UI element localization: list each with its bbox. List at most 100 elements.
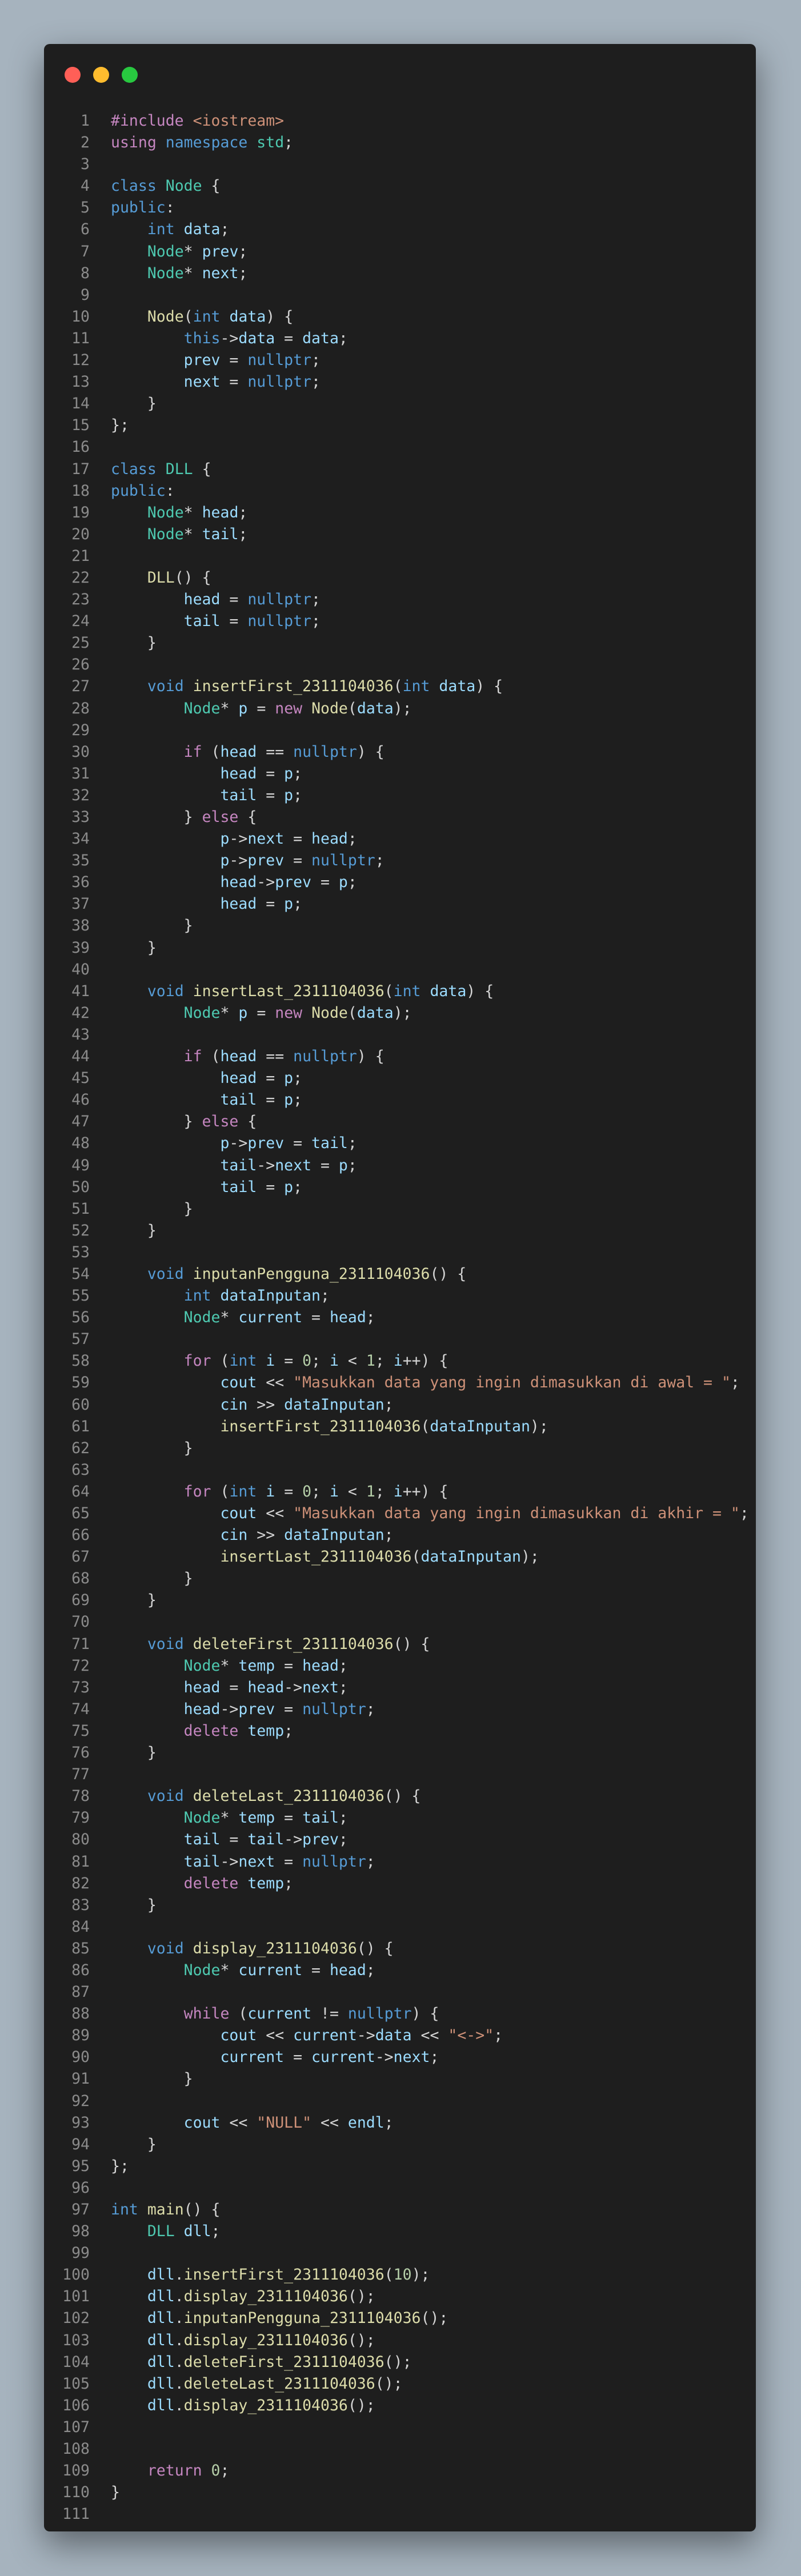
code-token: .	[174, 2396, 184, 2414]
code-editor[interactable]: 1 #include <iostream> 2 using namespace std…	[44, 110, 756, 2525]
code-line: 36 head->prev = p;	[44, 872, 756, 893]
line-source: int data;	[111, 219, 230, 240]
code-token: Node	[147, 242, 184, 260]
code-line: 87	[44, 1981, 756, 2003]
line-number: 69	[71, 1591, 90, 1610]
code-token: #include	[111, 112, 193, 130]
line-source: while (current != nullptr) {	[111, 2003, 439, 2025]
code-token: *	[220, 1656, 239, 1675]
code-token: data	[183, 220, 221, 239]
code-line: 89 cout << current->data << "<->";	[44, 2025, 756, 2047]
code-token: () {	[357, 1939, 394, 1957]
code-token: if	[183, 743, 202, 761]
close-button[interactable]	[65, 67, 81, 83]
line-number: 76	[71, 1744, 90, 1762]
code-token: ->	[257, 873, 275, 892]
line-number: 27	[71, 677, 90, 696]
code-token: ->	[284, 1831, 303, 1849]
code-token: deleteLast_2311104036	[183, 2374, 375, 2393]
line-source: p->next = head;	[111, 828, 357, 850]
code-token: i	[330, 1352, 339, 1370]
code-token: {	[193, 460, 211, 478]
line-number: 20	[71, 525, 90, 543]
code-line: 82 delete temp;	[44, 1873, 756, 1895]
code-token: "NULL"	[257, 2113, 312, 2132]
code-token: int	[393, 982, 430, 1000]
code-token: ) {	[357, 1048, 385, 1066]
code-token: ();	[347, 2288, 375, 2306]
code-line: 43	[44, 1024, 756, 1046]
code-line: 99	[44, 2242, 756, 2264]
code-token: Node	[183, 1809, 221, 1827]
code-token: );	[530, 1417, 548, 1435]
maximize-button[interactable]	[122, 67, 138, 83]
code-token: =	[257, 786, 285, 804]
code-token: head	[302, 1656, 339, 1675]
code-token: ;	[320, 1287, 330, 1305]
code-token: .	[174, 2374, 184, 2393]
code-token: DLL	[165, 460, 193, 478]
line-number: 1	[81, 112, 90, 130]
code-token: (	[211, 1352, 230, 1370]
code-token: (	[211, 1482, 230, 1500]
code-token: if	[183, 1048, 202, 1066]
code-token: namespace	[165, 134, 257, 152]
line-number: 42	[71, 1004, 90, 1022]
line-number: 105	[62, 2374, 90, 2393]
line-number: 93	[71, 2113, 90, 2132]
code-token: next	[275, 1156, 312, 1174]
code-token: Node	[147, 307, 184, 326]
code-token: ;	[338, 1809, 348, 1827]
code-line: 54 void inputanPengguna_2311104036() {	[44, 1263, 756, 1285]
code-token: ;	[293, 1178, 303, 1196]
code-token: class	[111, 177, 166, 195]
code-token: );	[393, 1004, 412, 1022]
line-number: 86	[71, 1961, 90, 1979]
code-line: 51 }	[44, 1198, 756, 1220]
code-token: p	[284, 1069, 294, 1088]
code-token: }	[111, 2070, 193, 2088]
code-token: () {	[430, 1265, 467, 1283]
code-token: *	[220, 1004, 239, 1022]
code-line: 111	[44, 2503, 756, 2525]
code-token: }	[111, 1570, 193, 1588]
code-token: =	[275, 329, 303, 347]
line-number: 11	[71, 329, 90, 347]
code-token: dataInputan	[420, 1548, 521, 1566]
code-token: p	[238, 699, 248, 717]
code-line: 50 tail = p;	[44, 1177, 756, 1198]
line-source: DLL dll;	[111, 2221, 221, 2242]
line-source: dll.deleteFirst_2311104036();	[111, 2352, 412, 2373]
line-number: 57	[71, 1330, 90, 1349]
line-source: } else {	[111, 806, 257, 828]
code-line: 62 }	[44, 1438, 756, 1459]
code-token: *	[220, 1809, 239, 1827]
code-token: );	[393, 699, 412, 717]
line-number: 100	[62, 2266, 90, 2284]
code-token: ();	[420, 2309, 448, 2328]
code-line: 25 }	[44, 632, 756, 654]
code-line: 48 p->prev = tail;	[44, 1133, 756, 1154]
code-line: 63	[44, 1459, 756, 1481]
code-token: (	[229, 2005, 248, 2023]
code-token: ;	[347, 830, 357, 848]
code-token: nullptr	[302, 1852, 366, 1871]
line-number: 87	[71, 1983, 90, 2001]
minimize-button[interactable]	[93, 67, 109, 83]
line-number: 14	[71, 395, 90, 413]
line-number: 109	[62, 2462, 90, 2480]
line-source: Node* head;	[111, 502, 248, 524]
code-token: *	[183, 242, 202, 260]
line-number: 75	[71, 1722, 90, 1740]
